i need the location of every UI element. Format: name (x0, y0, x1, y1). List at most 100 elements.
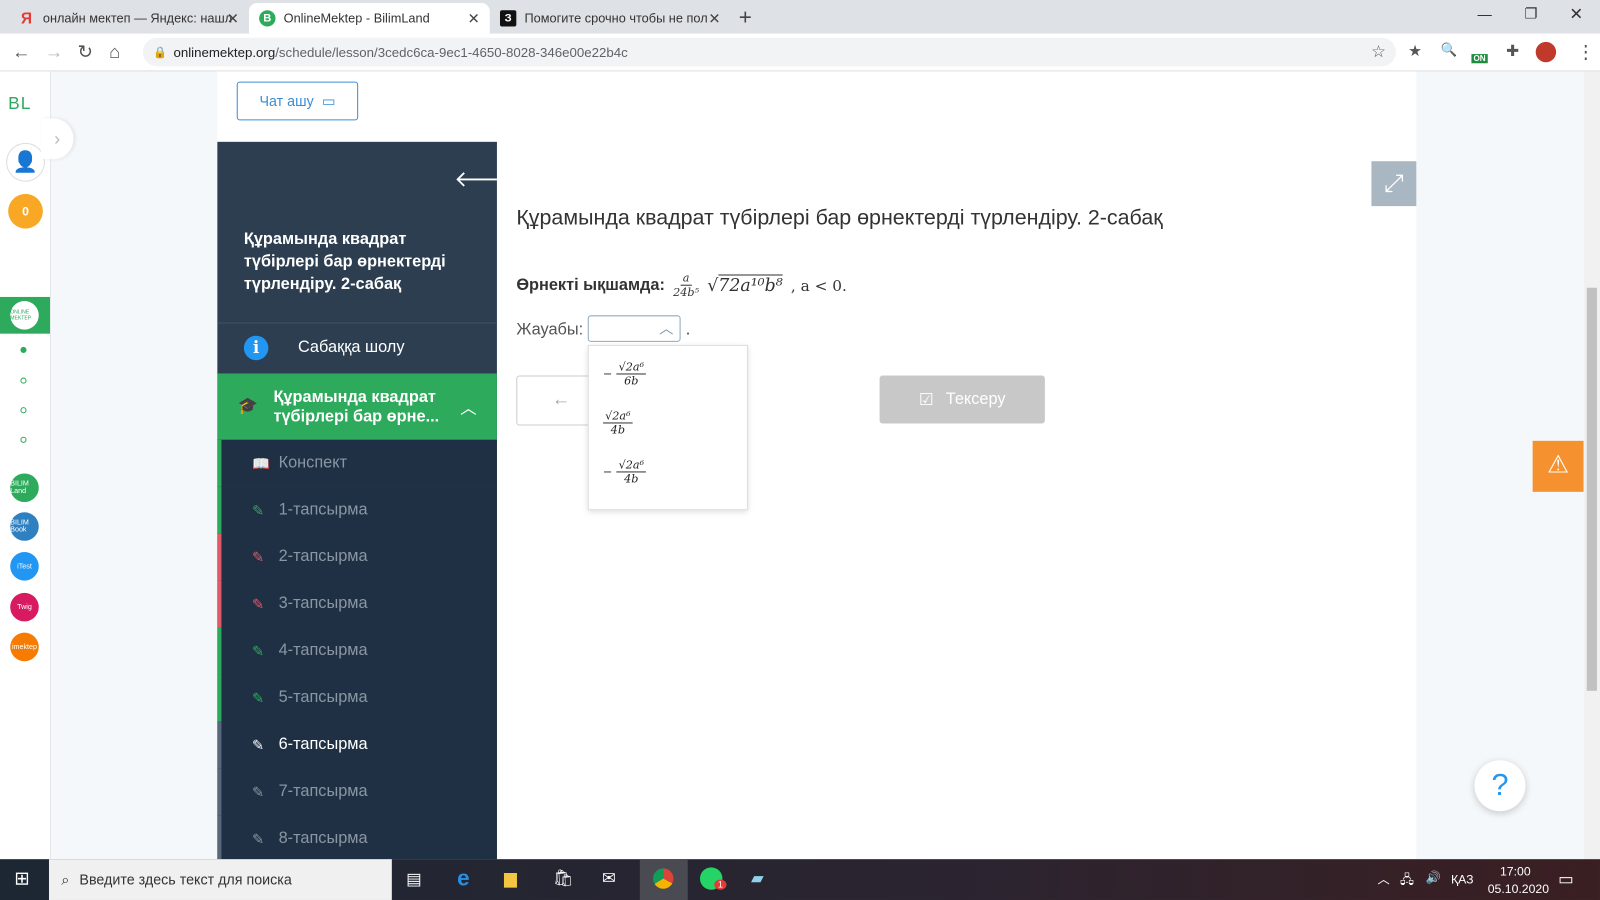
overview-item[interactable]: i Сабаққа шолу (217, 322, 497, 374)
edit-icon: ✎ (252, 689, 265, 706)
chrome-taskbar-button[interactable] (639, 859, 688, 900)
browser-tab-active[interactable]: B OnlineMektep - BilimLand ✕ (248, 3, 490, 34)
volume-icon[interactable]: 🔊 (1425, 870, 1440, 884)
item-label: 8-тапсырма (278, 829, 368, 847)
store-icon[interactable]: 🛍 (553, 868, 574, 888)
option-2[interactable]: √2a⁶ 4b (603, 409, 633, 437)
language-indicator[interactable]: ҚАЗ (1451, 872, 1474, 886)
extension-icon[interactable]: ★ (1408, 42, 1422, 60)
clock-date[interactable]: 05.10.2020 (1488, 882, 1549, 896)
close-window-button[interactable]: ✕ (1569, 4, 1583, 24)
sidebar-item-task[interactable]: ✎ 6-тапсырма (217, 721, 497, 769)
overview-label: Сабаққа шолу (297, 338, 405, 357)
edit-icon: ✎ (252, 830, 265, 847)
bilimland-app-icon[interactable]: BILIM Land (10, 473, 39, 503)
answer-select[interactable]: ︿ (587, 315, 681, 342)
itest-app-icon[interactable]: iTest (10, 552, 39, 581)
help-button[interactable]: ? (1474, 760, 1526, 812)
browser-tab[interactable]: Яонлайн мектеп — Яндекс: нашл ✕ (8, 3, 249, 34)
chat-icon: ▭ (321, 92, 336, 109)
collapse-arrow-icon[interactable]: 🡐 (454, 166, 497, 193)
windows-start-icon[interactable]: ⊞ (14, 868, 29, 889)
sidebar-item-task[interactable]: ✎ 8-тапсырма (217, 815, 497, 860)
sidebar-item-task[interactable]: ✎ 1-тапсырма (217, 486, 497, 534)
option-1[interactable]: − √2a⁶ 6b (603, 360, 647, 388)
forward-icon[interactable]: → (45, 42, 63, 63)
file-explorer-icon[interactable]: ▆ (504, 868, 517, 888)
menu-icon[interactable]: ⋮ (1577, 42, 1595, 63)
scrollbar[interactable] (1583, 71, 1600, 860)
close-tab-icon[interactable]: ✕ (468, 10, 480, 27)
taskbar-search[interactable]: ⌕ Введите здесь текст для поиска (48, 859, 392, 900)
url-bar[interactable]: 🔒 onlinemektep.org/schedule/lesson/3cedc… (142, 37, 1396, 67)
open-chat-button[interactable]: Чат ашу ▭ (236, 81, 359, 121)
bl-logo[interactable]: BL (8, 94, 31, 114)
browser-tab[interactable]: З Помогите срочно чтобы не пол ✕ (490, 3, 731, 34)
extension-badge[interactable]: ON (1471, 54, 1488, 64)
notes-app-icon[interactable]: ▰ (751, 868, 764, 888)
report-warning-button[interactable]: ⚠ (1532, 440, 1584, 492)
close-tab-icon[interactable]: ✕ (708, 10, 720, 27)
option-3[interactable]: − √2a⁶ 4b (603, 458, 647, 486)
new-tab-button[interactable]: + (739, 4, 752, 31)
numerator: a (680, 271, 692, 286)
denominator: 4b (610, 423, 626, 437)
arrow-left-icon: ← (552, 388, 571, 410)
tab-label: Помогите срочно чтобы не пол (524, 11, 708, 26)
tray-chevron-icon[interactable]: ︿ (1378, 870, 1390, 887)
item-label: 5-тапсырма (278, 688, 368, 707)
tab-label: онлайн мектеп — Яндекс: нашл (42, 11, 233, 26)
task-view-icon[interactable]: ▤ (406, 869, 421, 889)
twig-app-icon[interactable]: Twig (10, 592, 39, 622)
sidebar-item-task[interactable]: 📖 Конспект (217, 439, 497, 487)
math-fraction: a 24b⁵ (673, 271, 699, 299)
item-label: 2-тапсырма (278, 547, 368, 566)
lesson-sidebar: 🡐 Құрамында квадрат түбірлері бар өрнект… (217, 141, 497, 860)
expand-sidebar-button[interactable]: › (40, 118, 74, 160)
home-icon[interactable]: ⌂ (109, 42, 120, 63)
bookmark-star-icon[interactable]: ☆ (1371, 42, 1386, 62)
status-bar (217, 627, 222, 675)
search-extension-icon[interactable]: 🔍 (1441, 42, 1458, 58)
edit-icon: ✎ (252, 595, 265, 612)
sidebar-item-task[interactable]: ✎ 2-тапсырма (217, 533, 497, 581)
sidebar-item-task[interactable]: ✎ 5-тапсырма (217, 674, 497, 722)
bilimbook-app-icon[interactable]: BILIM Book (10, 512, 39, 541)
check-square-icon: ☑ (918, 391, 934, 409)
profile-avatar[interactable] (1535, 41, 1557, 63)
edge-icon[interactable]: e (457, 865, 469, 892)
nav-dot[interactable] (20, 377, 27, 384)
network-icon[interactable]: 🖧 (1400, 870, 1414, 891)
minimize-button[interactable]: — (1478, 6, 1492, 22)
status-bar (217, 533, 222, 581)
scrollbar-thumb[interactable] (1586, 287, 1597, 691)
user-avatar[interactable]: 👤 (6, 142, 45, 182)
current-section[interactable]: 🎓 Құрамында квадрат түбірлері бар өрне...… (217, 373, 497, 440)
close-tab-icon[interactable]: ✕ (227, 10, 239, 27)
radicand: 72a¹⁰b⁸ (718, 273, 783, 296)
back-icon[interactable]: ← (12, 42, 30, 63)
onlinemektep-app-active[interactable]: ONLINE MEKTEP (0, 296, 50, 334)
fullscreen-button[interactable]: ⤢ (1371, 161, 1417, 207)
check-button[interactable]: ☑ Тексеру (879, 375, 1045, 424)
notifications-icon[interactable]: ▭ (1558, 869, 1573, 889)
windows-taskbar: ⊞ ⌕ Введите здесь текст для поиска ▤ e ▆ … (0, 859, 1600, 900)
nav-dot[interactable] (20, 407, 27, 414)
status-bar (217, 721, 222, 769)
points-badge[interactable]: 0 (8, 193, 43, 229)
sidebar-item-task[interactable]: ✎ 4-тапсырма (217, 627, 497, 675)
sign: − (603, 367, 613, 381)
sidebar-item-task[interactable]: ✎ 3-тапсырма (217, 580, 497, 628)
status-bar (217, 815, 222, 860)
status-bar (217, 439, 222, 487)
restore-button[interactable]: ❐ (1524, 5, 1537, 22)
sidebar-item-task[interactable]: ✎ 7-тапсырма (217, 768, 497, 816)
nav-dot[interactable] (20, 346, 27, 354)
puzzle-icon[interactable]: ✚ (1506, 42, 1519, 60)
clock-time[interactable]: 17:00 (1500, 864, 1531, 878)
mail-icon[interactable]: ✉ (602, 868, 616, 888)
nav-dot[interactable] (20, 436, 27, 443)
imektep-app-icon[interactable]: imektep (10, 632, 39, 662)
url-path: /schedule/lesson/3cedc6ca-9ec1-4650-8028… (275, 44, 628, 60)
reload-icon[interactable]: ↻ (78, 42, 93, 63)
